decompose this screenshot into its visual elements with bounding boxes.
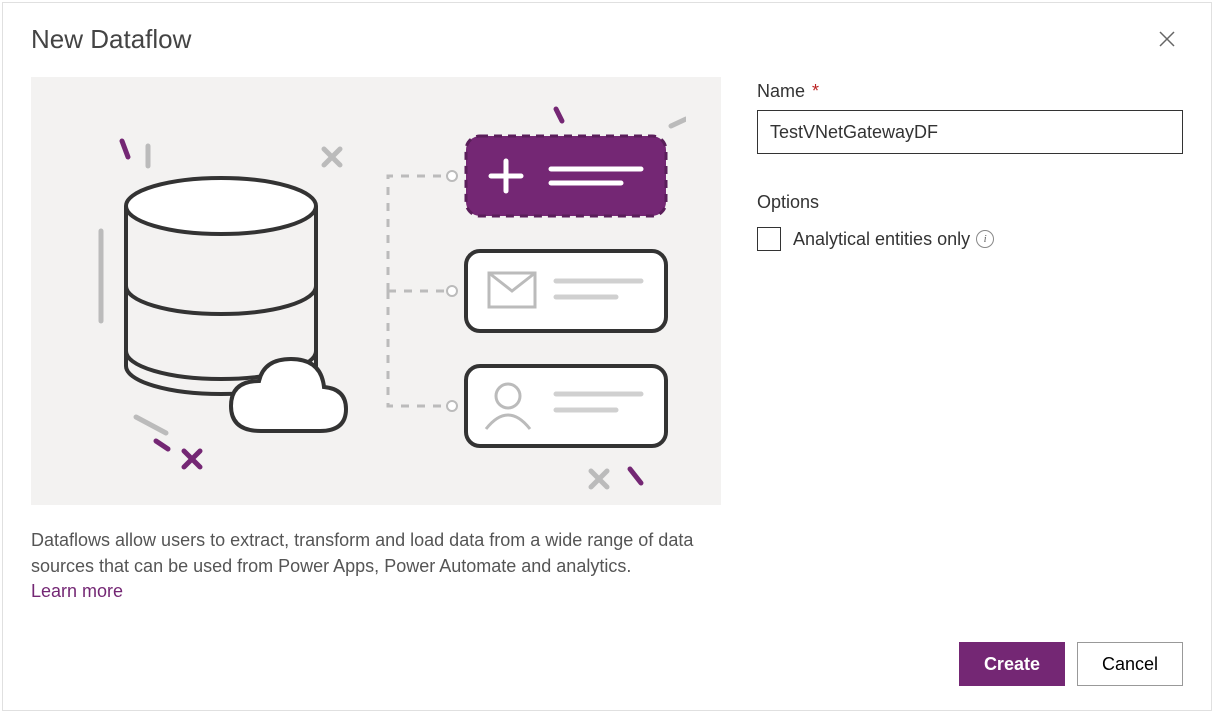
right-column: Name * Options Analytical entities only … [757, 77, 1183, 602]
name-input[interactable] [757, 110, 1183, 154]
create-button[interactable]: Create [959, 642, 1065, 686]
dialog-header: New Dataflow [3, 3, 1211, 65]
analytical-label-text: Analytical entities only [793, 229, 970, 250]
close-button[interactable] [1151, 23, 1183, 55]
close-icon [1159, 31, 1175, 47]
options-heading: Options [757, 192, 1183, 213]
analytical-checkbox[interactable] [757, 227, 781, 251]
dataflow-illustration [31, 77, 721, 505]
new-dataflow-dialog: New Dataflow [2, 2, 1212, 711]
illustration-svg [66, 91, 686, 491]
dialog-description: Dataflows allow users to extract, transf… [31, 527, 711, 579]
info-icon[interactable]: i [976, 230, 994, 248]
dialog-footer: Create Cancel [959, 642, 1183, 686]
left-column: Dataflows allow users to extract, transf… [31, 77, 721, 602]
learn-more-link[interactable]: Learn more [31, 581, 123, 602]
analytical-checkbox-row: Analytical entities only i [757, 227, 1183, 251]
cancel-button[interactable]: Cancel [1077, 642, 1183, 686]
name-label-text: Name [757, 81, 805, 101]
required-asterisk: * [812, 81, 819, 101]
dialog-content: Dataflows allow users to extract, transf… [3, 65, 1211, 602]
dialog-title: New Dataflow [31, 24, 191, 55]
name-field-label: Name * [757, 81, 1183, 102]
analytical-checkbox-label: Analytical entities only i [793, 229, 994, 250]
